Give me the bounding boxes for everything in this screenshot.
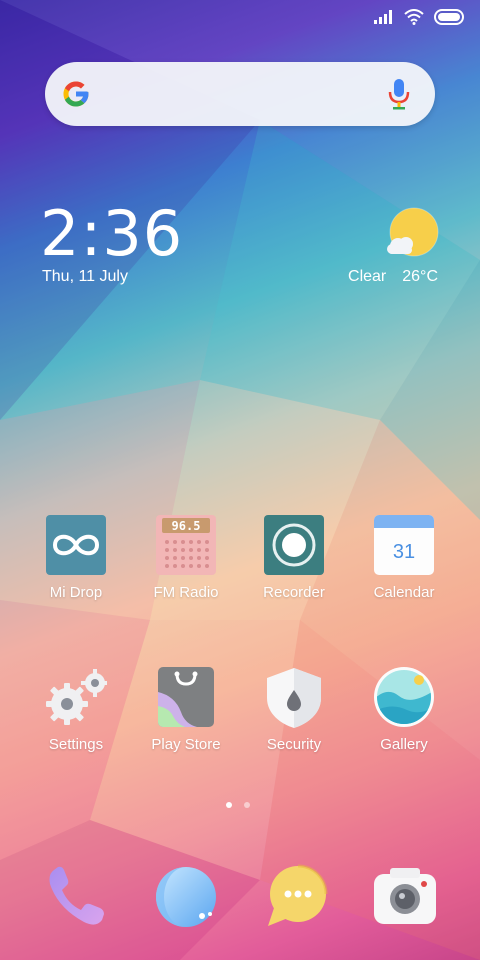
app-label: Mi Drop [49, 584, 103, 601]
camera-icon[interactable] [372, 864, 438, 930]
app-label: FM Radio [153, 584, 219, 601]
fm-radio-icon: 96.5 [156, 515, 216, 575]
gallery-icon [374, 667, 434, 727]
page-dot-active [226, 802, 232, 808]
play-store-icon [158, 667, 214, 727]
radio-frequency: 96.5 [172, 519, 201, 533]
page-indicator[interactable] [226, 802, 250, 808]
app-settings[interactable]: Settings [20, 666, 130, 766]
app-fm-radio[interactable]: 96.5 FM Radio [130, 514, 240, 614]
phone-icon[interactable] [44, 864, 110, 930]
app-calendar[interactable]: 31 Calendar [348, 514, 458, 614]
app-label: Play Store [151, 736, 221, 753]
page-dot [244, 802, 250, 808]
recorder-icon [264, 515, 324, 575]
app-label: Settings [48, 736, 104, 753]
browser-icon[interactable] [154, 864, 220, 930]
messaging-icon[interactable] [264, 864, 330, 930]
app-security[interactable]: Security [238, 666, 348, 766]
app-label: Gallery [380, 736, 428, 753]
app-label: Calendar [373, 584, 435, 601]
app-mi-drop[interactable]: Mi Drop [20, 514, 130, 614]
mi-drop-icon [46, 515, 106, 575]
settings-icon [46, 669, 107, 725]
app-play-store[interactable]: Play Store [130, 666, 240, 766]
app-recorder[interactable]: Recorder [238, 514, 348, 614]
app-grid: Mi Drop 96.5 FM Radio Recorder 31 Calend… [0, 0, 480, 960]
app-gallery[interactable]: Gallery [348, 666, 458, 766]
app-label: Recorder [263, 584, 325, 601]
calendar-day: 31 [393, 541, 415, 563]
calendar-icon: 31 [374, 515, 434, 575]
security-icon [267, 668, 321, 728]
app-label: Security [266, 736, 322, 753]
